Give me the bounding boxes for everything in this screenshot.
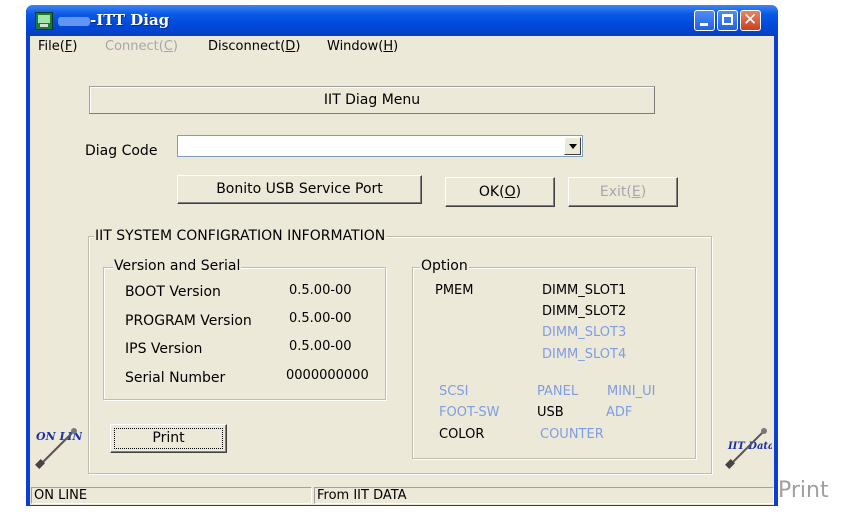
pmem-label: PMEM: [435, 283, 474, 298]
serial-number-label: Serial Number: [125, 370, 226, 386]
foot-sw-option: FOOT-SW: [439, 405, 500, 420]
adf-option: ADF: [606, 405, 633, 420]
menu-bar: File(F) Connect(C) Disconnect(D) Window(…: [30, 36, 774, 58]
status-source: From IIT DATA: [314, 487, 774, 504]
dimm-slot2: DIMM_SLOT2: [542, 304, 627, 319]
close-icon: ✕: [743, 10, 758, 30]
title-redacted-block: [58, 17, 90, 26]
serial-number-value: 0000000000: [286, 368, 369, 383]
menu-window[interactable]: Window(H): [327, 39, 398, 54]
system-config-title: IIT SYSTEM CONFIGRATION INFORMATION: [94, 228, 387, 244]
maximize-button[interactable]: [717, 10, 738, 31]
window-title: -ITT Diag: [90, 11, 170, 29]
option-title: Option: [420, 258, 469, 274]
exit-button[interactable]: Exit(E): [568, 177, 678, 207]
version-serial-title: Version and Serial: [113, 258, 242, 274]
diag-code-select[interactable]: [177, 135, 583, 157]
menu-disconnect[interactable]: Disconnect(D): [208, 39, 300, 54]
minimize-icon: [700, 23, 708, 26]
dimm-slot3: DIMM_SLOT3: [542, 325, 627, 340]
close-button[interactable]: ✕: [740, 10, 761, 31]
dropdown-arrow-button[interactable]: [564, 137, 581, 155]
diag-code-label: Diag Code: [85, 143, 158, 159]
program-version-value: 0.5.00-00: [289, 311, 352, 326]
usb-option: USB: [537, 405, 564, 420]
dimm-slot4: DIMM_SLOT4: [542, 347, 627, 362]
program-version-label: PROGRAM Version: [125, 313, 252, 329]
mini-ui-option: MINI_UI: [607, 384, 656, 399]
minimize-button[interactable]: [694, 10, 715, 31]
iit-data-plug-icon: IIT Data: [725, 428, 772, 469]
title-bar[interactable]: -ITT Diag ✕: [26, 5, 778, 36]
print-focus-rect: [114, 428, 223, 449]
panel-option: PANEL: [537, 384, 579, 399]
counter-option: COUNTER: [540, 427, 604, 442]
menu-file[interactable]: File(F): [38, 39, 77, 54]
menu-connect[interactable]: Connect(C): [105, 39, 178, 54]
online-plug-icon: ON LINE: [35, 428, 82, 469]
print-caption: Print: [778, 478, 829, 503]
boot-version-value: 0.5.00-00: [289, 283, 352, 298]
bonito-usb-service-port-button[interactable]: Bonito USB Service Port: [177, 175, 422, 204]
diag-menu-header: IIT Diag Menu: [89, 86, 655, 114]
dimm-slot1: DIMM_SLOT1: [542, 283, 627, 298]
status-connection: ON LINE: [31, 487, 312, 504]
scsi-option: SCSI: [439, 384, 469, 399]
boot-version-label: BOOT Version: [125, 284, 221, 300]
chevron-down-icon: [569, 144, 577, 149]
maximize-icon: [722, 14, 733, 25]
ips-version-value: 0.5.00-00: [289, 339, 352, 354]
color-option: COLOR: [439, 427, 485, 442]
ips-version-label: IPS Version: [125, 341, 203, 357]
ok-button[interactable]: OK(O): [445, 177, 555, 207]
app-monitor-icon[interactable]: [35, 12, 53, 30]
